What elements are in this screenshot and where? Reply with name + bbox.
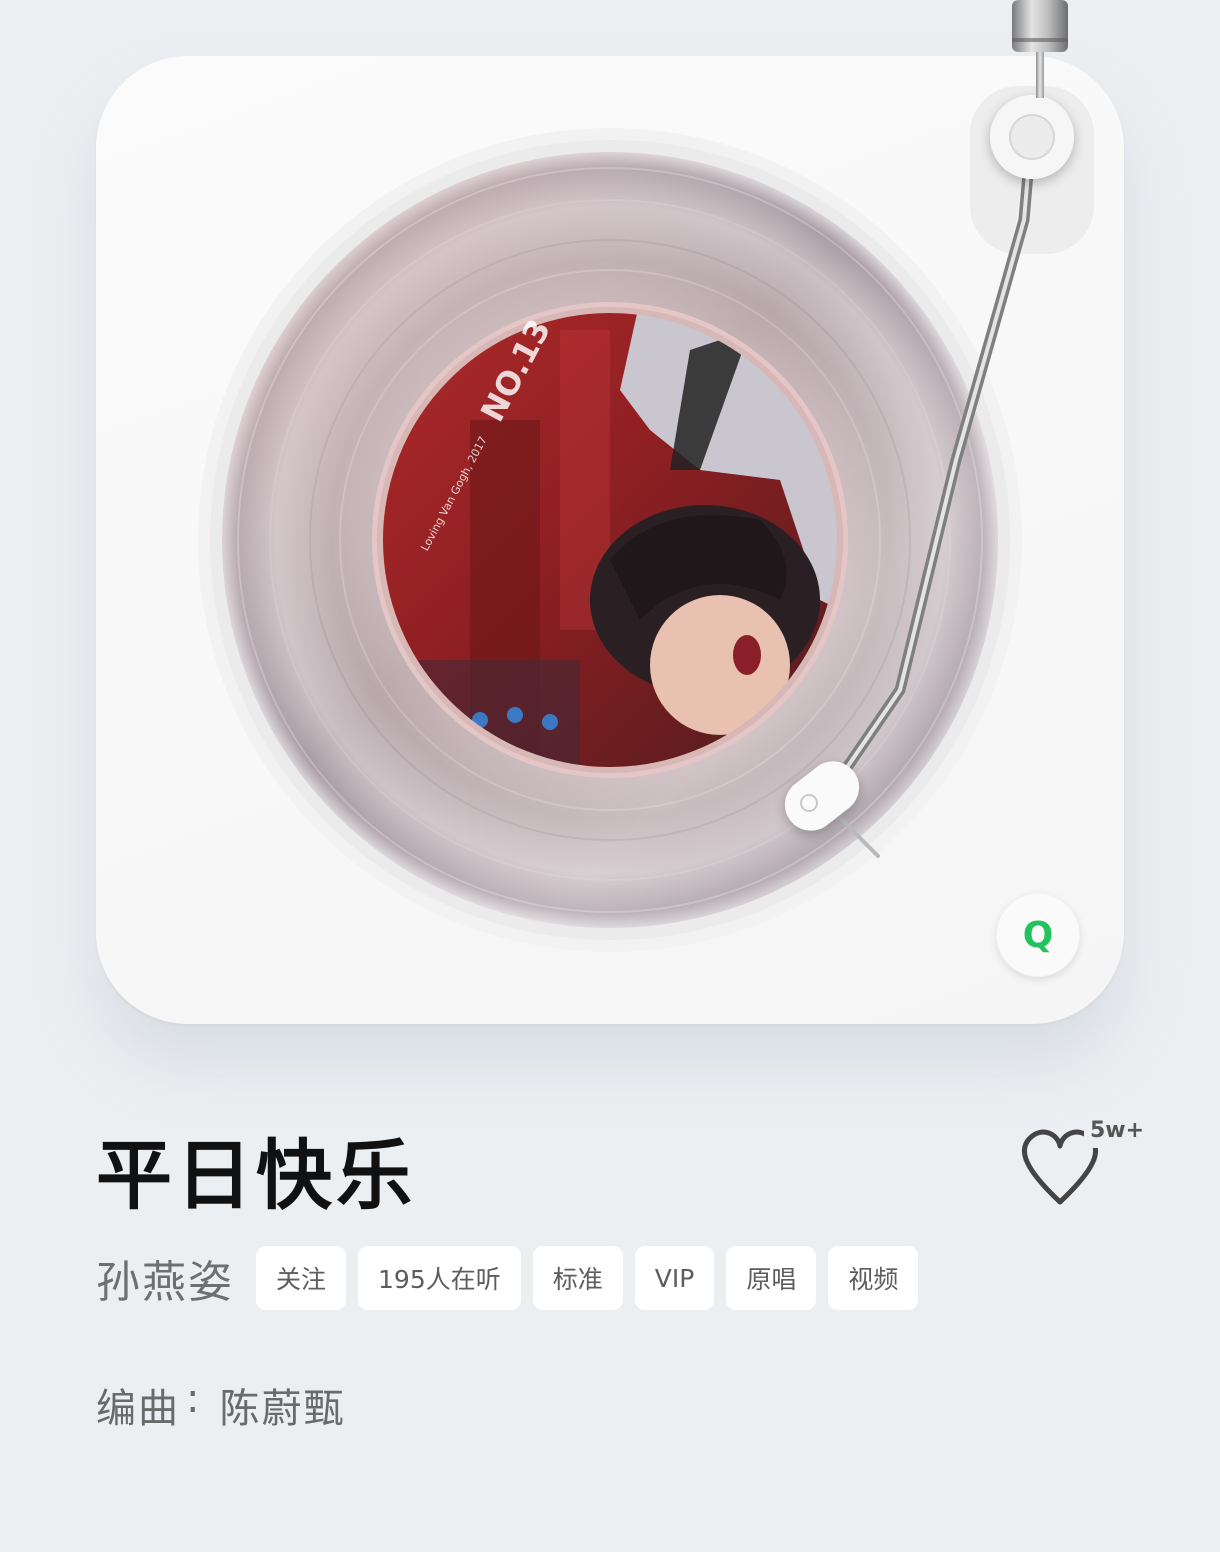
- quality-tag[interactable]: 标准: [532, 1246, 623, 1310]
- player-screen: NO.13 Loving Van Gogh, 2017 Q 平日快乐 5w+ 孙…: [0, 0, 1220, 1552]
- listeners-count-tag[interactable]: 195人在听: [358, 1246, 521, 1310]
- qq-music-logo-icon[interactable]: Q: [996, 893, 1080, 977]
- arranger-credit: 编曲 : 陈蔚甄: [96, 1376, 345, 1434]
- credit-value: 陈蔚甄: [219, 1386, 346, 1432]
- credit-label: 编曲: [96, 1386, 180, 1432]
- tonearm-pivot: [990, 95, 1074, 179]
- svg-text:Q: Q: [1023, 915, 1054, 955]
- follow-button[interactable]: 关注: [256, 1246, 347, 1310]
- artist-row: 孙燕姿 关注 195人在听 标准 VIP 原唱 视频: [96, 1246, 930, 1310]
- video-tag[interactable]: 视频: [828, 1246, 919, 1310]
- q-letter-icon: Q: [1023, 915, 1054, 955]
- vip-tag[interactable]: VIP: [634, 1246, 715, 1310]
- artist-name[interactable]: 孙燕姿: [96, 1246, 234, 1310]
- counterweight-knob[interactable]: [1012, 0, 1068, 52]
- credit-separator: :: [186, 1376, 202, 1422]
- song-title: 平日快乐: [96, 1131, 416, 1220]
- like-button[interactable]: 5w+: [1014, 1116, 1144, 1216]
- like-count: 5w+: [1090, 1118, 1145, 1143]
- original-tag[interactable]: 原唱: [726, 1246, 817, 1310]
- counterweight-stem: [1036, 50, 1044, 98]
